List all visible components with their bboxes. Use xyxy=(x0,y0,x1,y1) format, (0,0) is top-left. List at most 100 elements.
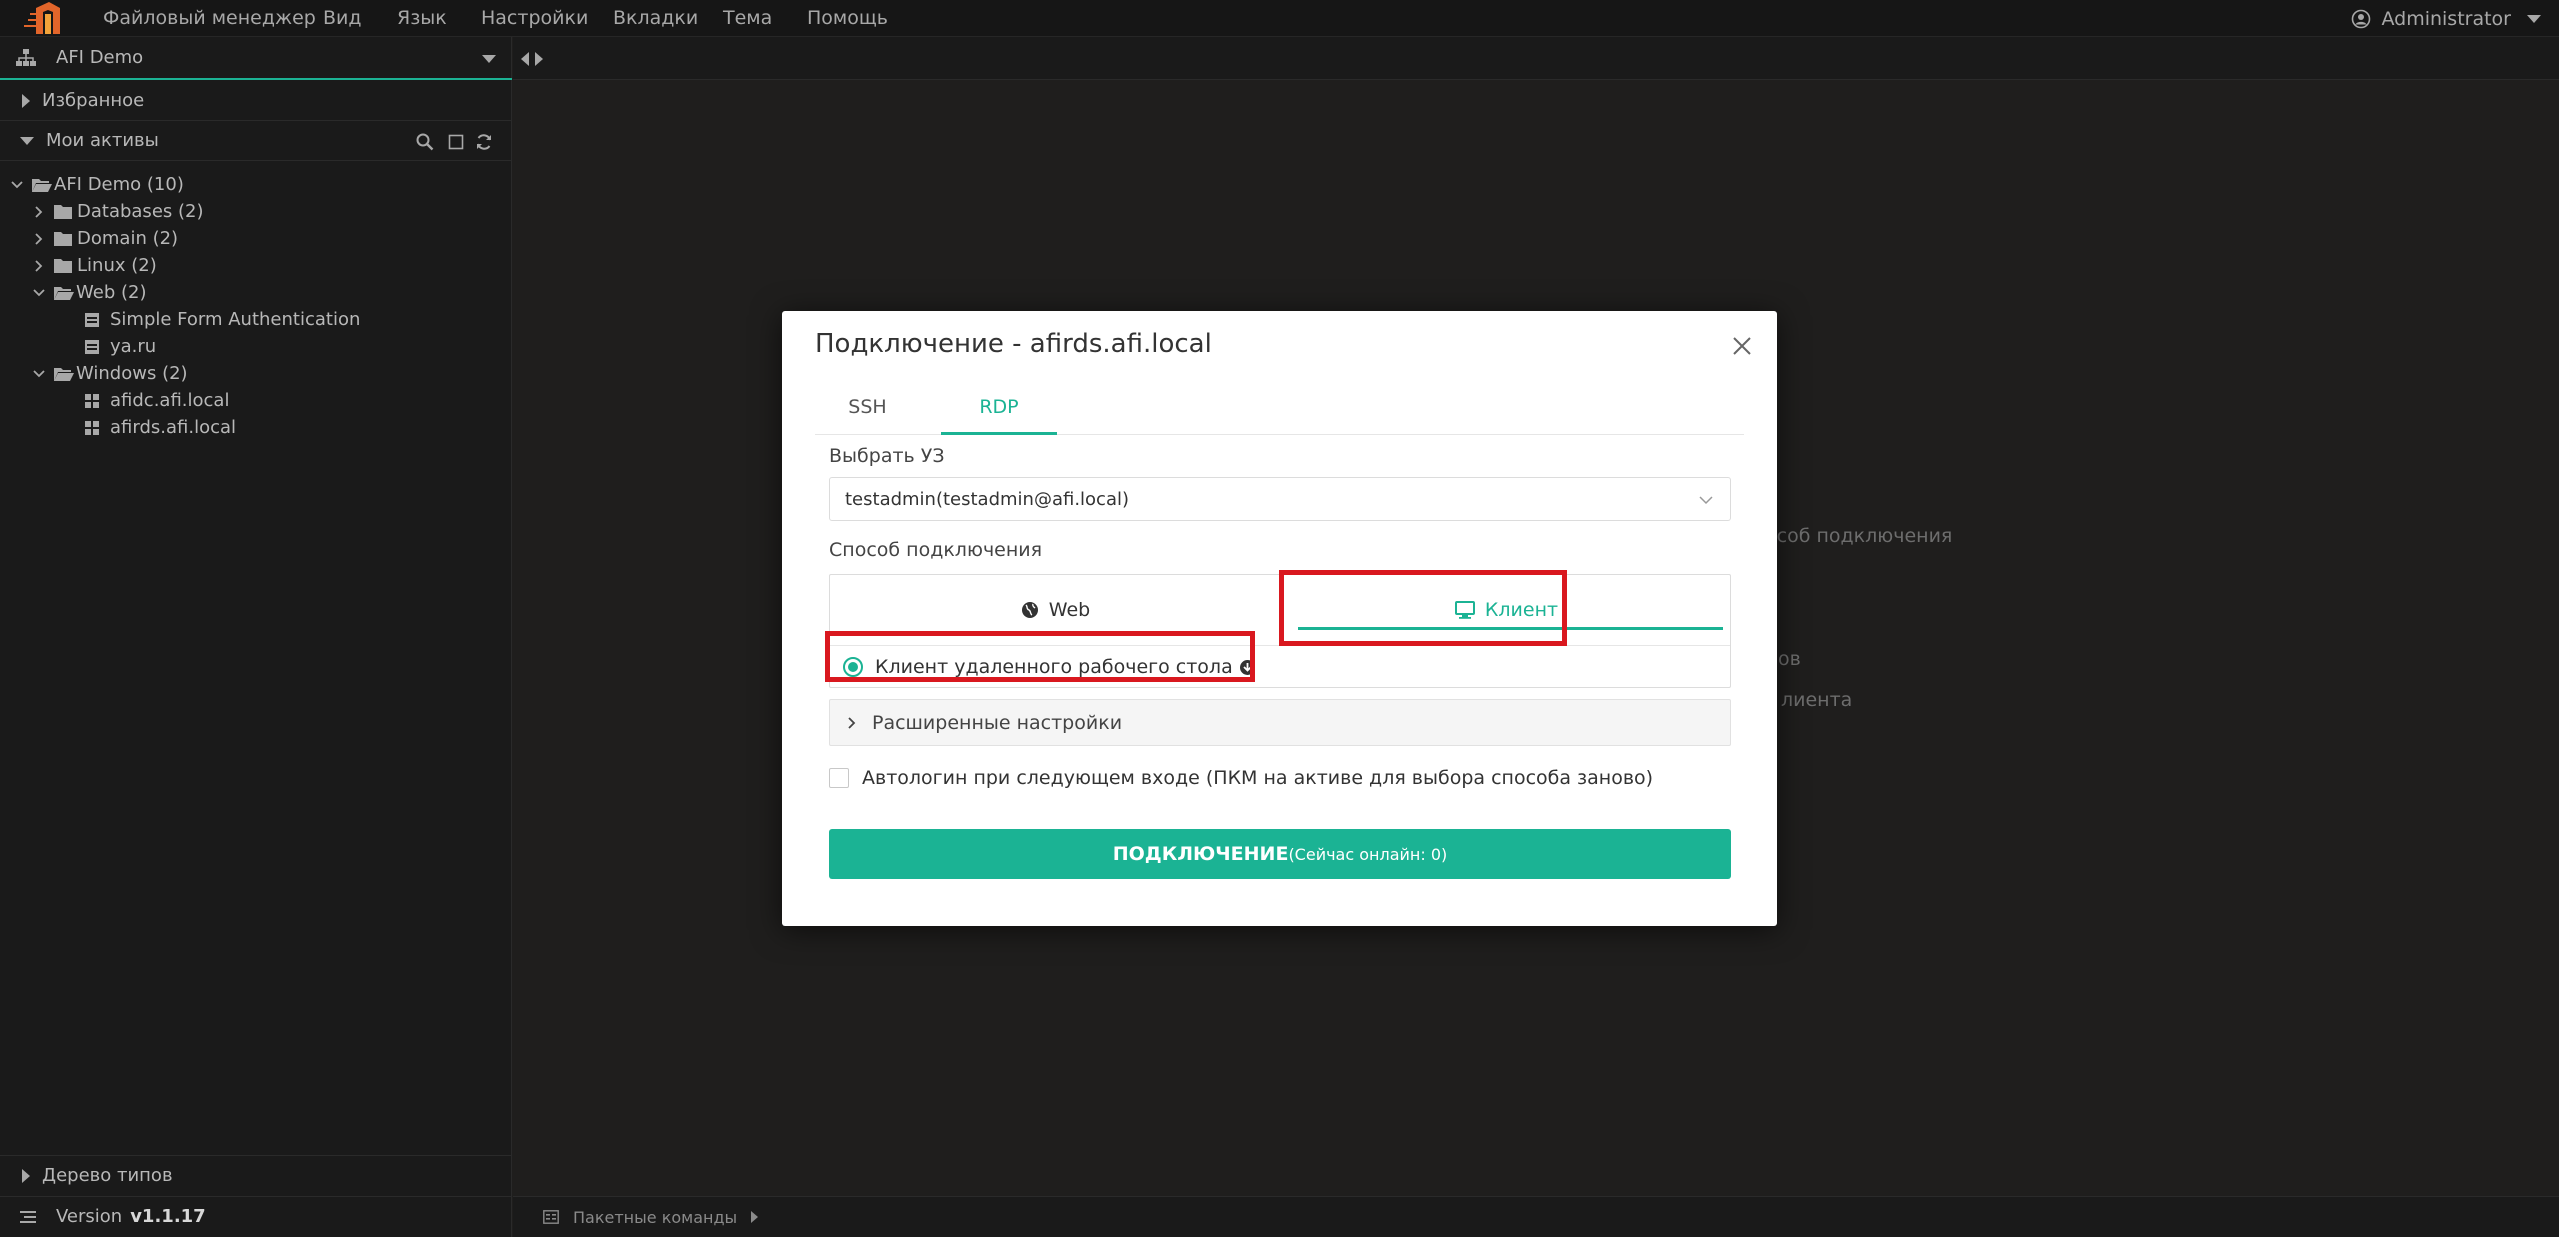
user-icon xyxy=(2352,9,2371,28)
highlight-client-button xyxy=(1279,570,1567,646)
search-icon[interactable] xyxy=(416,133,434,151)
tree-item-label: ya.ru xyxy=(110,336,157,357)
menu-settings[interactable]: Настройки xyxy=(481,0,588,37)
tree-item-ya-ru[interactable]: ya.ru xyxy=(84,333,156,360)
caret-down-icon xyxy=(20,136,34,145)
account-select[interactable]: testadmin(testadmin@afi.local) xyxy=(829,477,1731,521)
tree-item-afirds[interactable]: afirds.afi.local xyxy=(84,414,236,441)
caret-right-icon xyxy=(22,93,30,108)
tree-item-label: Databases (2) xyxy=(77,201,204,222)
tree-item-label: Linux (2) xyxy=(77,255,157,276)
tree-item-label: Simple Form Authentication xyxy=(110,309,361,330)
tree-item-web[interactable]: Web (2) xyxy=(32,279,146,306)
menu-language[interactable]: Язык xyxy=(397,0,447,37)
my-assets-section[interactable]: Мои активы xyxy=(0,121,512,161)
web-asset-icon xyxy=(85,312,99,327)
app-logo-icon[interactable] xyxy=(22,0,64,36)
tab-rdp[interactable]: RDP xyxy=(941,387,1057,435)
account-value: testadmin(testadmin@afi.local) xyxy=(845,488,1130,510)
my-assets-label: Мои активы xyxy=(46,130,159,151)
tree-item-label: AFI Demo (10) xyxy=(54,174,184,195)
menu-file-manager[interactable]: Файловый менеджер xyxy=(103,0,316,37)
tab-bar xyxy=(513,37,2559,80)
chevron-right-icon xyxy=(848,716,856,729)
list-icon[interactable] xyxy=(20,1210,36,1224)
chevron-right-icon xyxy=(35,232,43,245)
batch-commands-icon xyxy=(543,1210,559,1224)
autologin-checkbox[interactable] xyxy=(829,768,849,788)
background-text: ов xyxy=(1778,648,1801,670)
scroll-left-icon[interactable] xyxy=(521,52,529,66)
favorites-section[interactable]: Избранное xyxy=(0,81,512,121)
tree-item-label: Windows (2) xyxy=(76,363,188,384)
menu-view[interactable]: Вид xyxy=(323,0,362,37)
windows-icon xyxy=(85,393,99,408)
connect-button[interactable]: ПОДКЛЮЧЕНИЕ (Сейчас онлайн: 0) xyxy=(829,829,1731,879)
online-count: (Сейчас онлайн: 0) xyxy=(1288,844,1448,864)
version-row: Version v1.1.17 xyxy=(0,1196,512,1236)
highlight-client-option xyxy=(825,631,1255,682)
menu-help[interactable]: Помощь xyxy=(807,0,888,37)
batch-commands-label[interactable]: Пакетные команды xyxy=(573,1208,737,1227)
favorites-label: Избранное xyxy=(42,90,145,111)
menu-tabs[interactable]: Вкладки xyxy=(613,0,698,37)
refresh-icon[interactable] xyxy=(475,133,493,151)
chevron-down-icon xyxy=(2527,14,2541,23)
chevron-down-icon xyxy=(11,180,23,188)
chevron-right-icon xyxy=(35,205,43,218)
folder-open-icon xyxy=(32,178,52,192)
autologin-label: Автологин при следующем входе (ПКМ на ак… xyxy=(862,767,1654,789)
caret-right-icon xyxy=(22,1168,30,1183)
chevron-right-icon xyxy=(35,259,43,272)
background-text: лиента xyxy=(1781,689,1853,711)
account-label: Выбрать УЗ xyxy=(829,445,945,467)
folder-icon xyxy=(54,232,72,246)
chevron-down-icon xyxy=(1699,496,1713,505)
type-tree-label: Дерево типов xyxy=(42,1165,173,1186)
dialog-title: Подключение - afirds.afi.local xyxy=(815,329,1212,359)
menu-bar: Файловый менеджер Вид Язык Настройки Вкл… xyxy=(0,0,2559,37)
advanced-settings-toggle[interactable]: Расширенные настройки xyxy=(829,699,1731,746)
globe-icon xyxy=(1021,602,1038,618)
folder-icon xyxy=(54,259,72,273)
chevron-down-icon xyxy=(33,288,45,296)
sidebar: AFI Demo Избранное Мои активы AFI Demo (… xyxy=(0,37,512,1237)
tree-item-databases[interactable]: Databases (2) xyxy=(32,198,203,225)
tree-item-linux[interactable]: Linux (2) xyxy=(32,252,157,279)
folder-open-icon xyxy=(54,286,74,300)
tree-item-label: afidc.afi.local xyxy=(110,390,230,411)
caret-right-icon[interactable] xyxy=(751,1211,759,1223)
menu-theme[interactable]: Тема xyxy=(723,0,772,37)
user-menu[interactable]: Administrator xyxy=(2351,0,2541,37)
org-selector[interactable]: AFI Demo xyxy=(0,37,512,80)
protocol-tabs: SSH RDP xyxy=(815,387,1744,435)
connect-button-label: ПОДКЛЮЧЕНИЕ xyxy=(1112,843,1289,865)
type-tree-section[interactable]: Дерево типов xyxy=(0,1155,512,1195)
tree-item-domain[interactable]: Domain (2) xyxy=(32,225,178,252)
tab-ssh[interactable]: SSH xyxy=(830,387,905,435)
user-name: Administrator xyxy=(2381,7,2511,30)
scroll-right-icon[interactable] xyxy=(535,52,543,66)
tree-item-windows[interactable]: Windows (2) xyxy=(32,360,188,387)
version-label: Version xyxy=(56,1206,123,1227)
folder-icon xyxy=(54,205,72,219)
folder-open-icon xyxy=(54,367,74,381)
select-all-icon[interactable] xyxy=(448,134,464,150)
tree-item-afidc[interactable]: afidc.afi.local xyxy=(84,387,229,414)
background-text: особ подключения xyxy=(1765,525,1953,547)
close-icon[interactable] xyxy=(1729,333,1755,359)
windows-icon xyxy=(85,420,99,435)
tree-item-label: Domain (2) xyxy=(77,228,179,249)
chevron-down-icon xyxy=(33,369,45,377)
tree-item-afi-demo[interactable]: AFI Demo (10) xyxy=(10,171,184,198)
status-bar: Пакетные команды xyxy=(513,1196,2559,1237)
method-web-label: Web xyxy=(1048,599,1091,621)
chevron-down-icon xyxy=(482,55,496,63)
method-label: Способ подключения xyxy=(829,539,1043,561)
tree-item-simple-form-auth[interactable]: Simple Form Authentication xyxy=(84,306,360,333)
sitemap-icon xyxy=(16,49,36,66)
org-name: AFI Demo xyxy=(56,47,144,68)
autologin-option[interactable]: Автологин при следующем входе (ПКМ на ак… xyxy=(829,767,1653,789)
connection-dialog: Подключение - afirds.afi.local SSH RDP В… xyxy=(782,311,1777,926)
advanced-settings-label: Расширенные настройки xyxy=(872,711,1123,734)
